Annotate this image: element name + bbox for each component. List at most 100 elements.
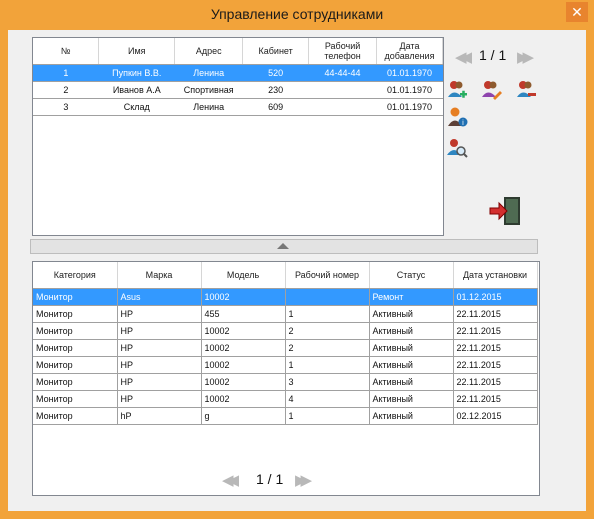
cell-name[interactable]: Иванов А.А [98, 81, 175, 99]
equipment-row[interactable]: Монитор HP 10002 1 Активный 22.11.2015 [33, 356, 538, 374]
close-button[interactable]: ✕ [566, 2, 588, 22]
cell-status[interactable]: Активный [369, 322, 454, 340]
cell-category[interactable]: Монитор [33, 339, 118, 357]
cell-model[interactable]: 10002 [201, 339, 286, 357]
prev-page-icon[interactable]: ◀◀ [455, 50, 472, 65]
cell-brand[interactable]: HP [117, 322, 202, 340]
cell-status[interactable]: Активный [369, 339, 454, 357]
cell-office[interactable]: 230 [242, 81, 309, 99]
employee-row[interactable]: 3 Склад Ленина 609 01.01.1970 [33, 98, 443, 116]
cell-work-number[interactable]: 1 [285, 305, 370, 323]
cell-number[interactable]: 2 [33, 81, 99, 99]
cell-number[interactable]: 1 [33, 64, 99, 82]
cell-install-date[interactable]: 22.11.2015 [453, 390, 538, 408]
cell-install-date[interactable]: 01.12.2015 [453, 288, 538, 306]
equipment-row[interactable]: Монитор HP 10002 2 Активный 22.11.2015 [33, 322, 538, 340]
cell-address[interactable]: Ленина [174, 64, 243, 82]
col-header-status[interactable]: Статус [369, 262, 454, 289]
cell-number[interactable]: 3 [33, 98, 99, 116]
cell-work-number[interactable] [285, 288, 370, 306]
col-header-number[interactable]: № [33, 38, 100, 65]
remove-user-icon[interactable] [515, 79, 537, 101]
cell-work-number[interactable]: 3 [285, 373, 370, 391]
cell-category[interactable]: Монитор [33, 305, 118, 323]
cell-install-date[interactable]: 22.11.2015 [453, 305, 538, 323]
cell-brand[interactable]: Asus [117, 288, 202, 306]
col-header-address[interactable]: Адрес [174, 38, 244, 65]
cell-name[interactable]: Склад [98, 98, 175, 116]
cell-brand[interactable]: HP [117, 390, 202, 408]
cell-model[interactable]: 10002 [201, 390, 286, 408]
cell-model[interactable]: 10002 [201, 322, 286, 340]
cell-brand[interactable]: HP [117, 356, 202, 374]
next-page-icon[interactable]: ▶▶ [517, 50, 534, 65]
search-user-icon[interactable] [446, 137, 468, 159]
col-header-date-added[interactable]: Дата добавления [376, 38, 443, 65]
equipment-next-page-icon[interactable]: ▶▶ [295, 473, 312, 488]
cell-install-date[interactable]: 22.11.2015 [453, 356, 538, 374]
cell-model[interactable]: 10002 [201, 373, 286, 391]
cell-model[interactable]: g [201, 407, 286, 425]
col-header-category[interactable]: Категория [33, 262, 118, 289]
cell-date-added[interactable]: 01.01.1970 [376, 81, 443, 99]
cell-work-number[interactable]: 1 [285, 356, 370, 374]
equipment-row[interactable]: Монитор HP 10002 4 Активный 22.11.2015 [33, 390, 538, 408]
col-header-office[interactable]: Кабинет [242, 38, 310, 65]
cell-brand[interactable]: HP [117, 339, 202, 357]
col-header-brand[interactable]: Марка [117, 262, 202, 289]
edit-user-icon[interactable] [480, 79, 502, 101]
col-header-model[interactable]: Модель [201, 262, 286, 289]
col-header-work-number[interactable]: Рабочий номер [285, 262, 370, 289]
cell-work-number[interactable]: 4 [285, 390, 370, 408]
employee-row[interactable]: 1 Пупкин В.В. Ленина 520 44-44-44 01.01.1970 [33, 64, 443, 82]
cell-office[interactable]: 520 [242, 64, 309, 82]
equipment-row[interactable]: Монитор HP 455 1 Активный 22.11.2015 [33, 305, 538, 323]
title-bar[interactable]: Управление сотрудниками ✕ [0, 0, 594, 30]
add-user-icon[interactable] [446, 79, 468, 101]
equipment-row[interactable]: Монитор HP 10002 3 Активный 22.11.2015 [33, 373, 538, 391]
employee-row[interactable]: 2 Иванов А.А Спортивная 230 01.01.1970 [33, 81, 443, 99]
equipment-row[interactable]: Монитор Asus 10002 Ремонт 01.12.2015 [33, 288, 538, 306]
cell-install-date[interactable]: 22.11.2015 [453, 322, 538, 340]
cell-work-number[interactable]: 2 [285, 322, 370, 340]
cell-brand[interactable]: hP [117, 407, 202, 425]
cell-name[interactable]: Пупкин В.В. [98, 64, 175, 82]
exit-icon[interactable] [488, 196, 522, 226]
cell-phone[interactable] [308, 81, 377, 99]
cell-model[interactable]: 10002 [201, 356, 286, 374]
cell-date-added[interactable]: 01.01.1970 [376, 64, 443, 82]
col-header-name[interactable]: Имя [98, 38, 176, 65]
col-header-phone[interactable]: Рабочий телефон [308, 38, 377, 65]
cell-status[interactable]: Ремонт [369, 288, 454, 306]
cell-office[interactable]: 609 [242, 98, 309, 116]
cell-work-number[interactable]: 1 [285, 407, 370, 425]
cell-model[interactable]: 455 [201, 305, 286, 323]
panel-splitter[interactable] [30, 239, 538, 254]
cell-date-added[interactable]: 01.01.1970 [376, 98, 443, 116]
equipment-grid[interactable]: Категория Марка Модель Рабочий номер Ста… [32, 261, 540, 496]
cell-address[interactable]: Ленина [174, 98, 243, 116]
cell-phone[interactable] [308, 98, 377, 116]
cell-install-date[interactable]: 22.11.2015 [453, 373, 538, 391]
equipment-row[interactable]: Монитор hP g 1 Активный 02.12.2015 [33, 407, 538, 425]
cell-category[interactable]: Монитор [33, 322, 118, 340]
equipment-prev-page-icon[interactable]: ◀◀ [222, 473, 239, 488]
user-info-icon[interactable]: i [446, 106, 468, 128]
cell-brand[interactable]: HP [117, 305, 202, 323]
cell-category[interactable]: Монитор [33, 356, 118, 374]
cell-status[interactable]: Активный [369, 407, 454, 425]
cell-status[interactable]: Активный [369, 373, 454, 391]
cell-category[interactable]: Монитор [33, 407, 118, 425]
cell-status[interactable]: Активный [369, 390, 454, 408]
cell-brand[interactable]: HP [117, 373, 202, 391]
cell-work-number[interactable]: 2 [285, 339, 370, 357]
cell-install-date[interactable]: 22.11.2015 [453, 339, 538, 357]
equipment-row[interactable]: Монитор HP 10002 2 Активный 22.11.2015 [33, 339, 538, 357]
cell-install-date[interactable]: 02.12.2015 [453, 407, 538, 425]
cell-model[interactable]: 10002 [201, 288, 286, 306]
col-header-install-date[interactable]: Дата установки [453, 262, 538, 289]
employees-grid[interactable]: № Имя Адрес Кабинет Рабочий телефон Дата… [32, 37, 444, 236]
cell-address[interactable]: Спортивная [174, 81, 243, 99]
collapse-arrow-icon[interactable] [277, 243, 289, 249]
cell-status[interactable]: Активный [369, 305, 454, 323]
